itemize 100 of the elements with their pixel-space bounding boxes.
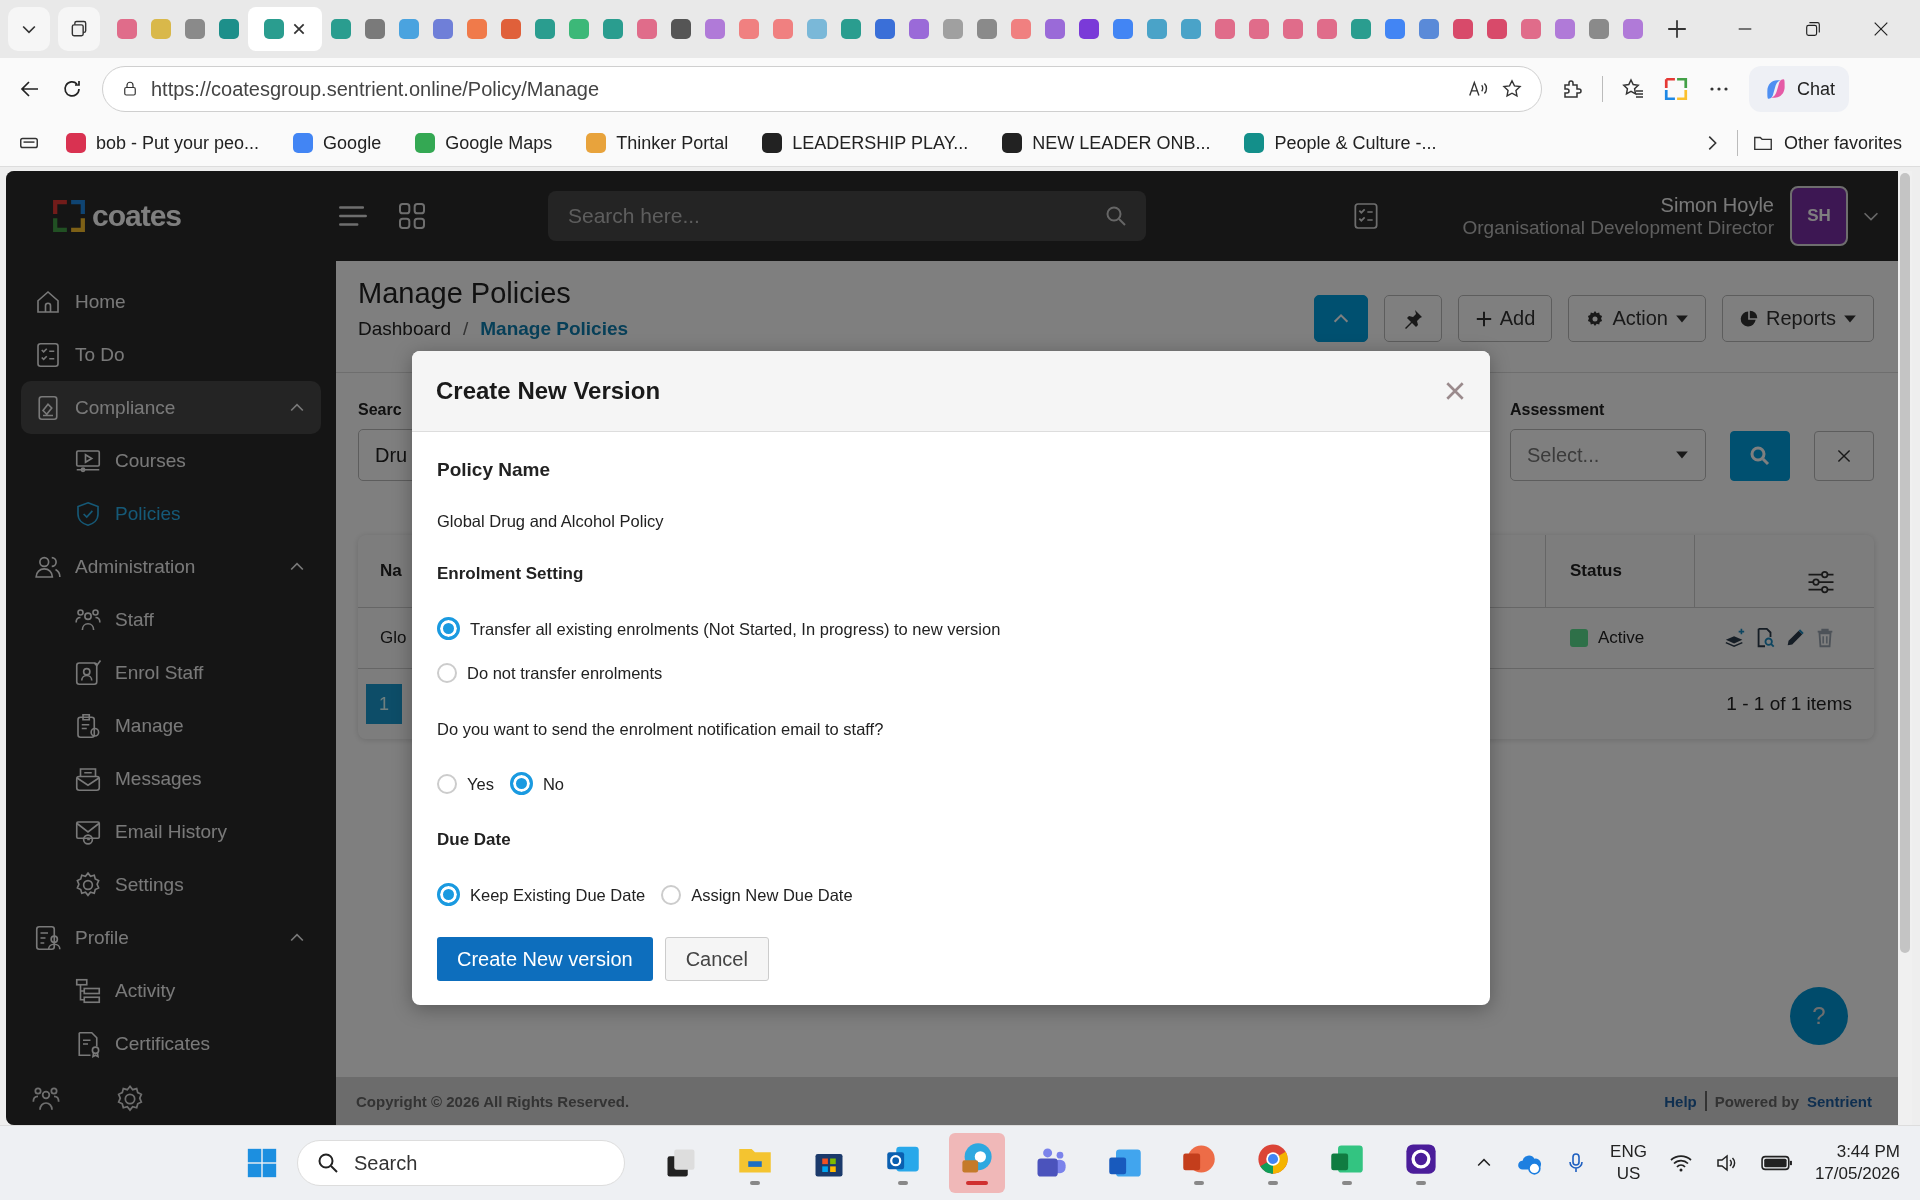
bookmark-link[interactable]: bob - Put your peo... <box>66 132 260 154</box>
close-icon[interactable] <box>1872 20 1890 38</box>
grid-icon[interactable] <box>396 200 428 232</box>
add-button[interactable]: Add <box>1457 295 1553 342</box>
language-text[interactable]: ENG <box>1610 1140 1647 1163</box>
radio-option[interactable]: Yes <box>437 772 494 795</box>
search-icon <box>1748 444 1772 468</box>
sidebar-subitem[interactable]: Policies <box>21 487 321 540</box>
lock-icon <box>121 80 139 98</box>
breadcrumb-separator: / <box>462 318 469 340</box>
bookmark-link[interactable]: Google <box>293 132 382 154</box>
status-text: Active <box>1598 628 1645 648</box>
radio-button[interactable] <box>661 884 682 905</box>
chat-button[interactable]: Chat <box>1749 66 1850 112</box>
pin-button[interactable] <box>1383 295 1442 342</box>
workspaces-button[interactable] <box>58 7 100 51</box>
logo-text: coates <box>92 199 182 233</box>
radio-button[interactable] <box>437 662 457 683</box>
bookmark-link[interactable]: LEADERSHIP PLAY... <box>762 132 969 154</box>
action-button[interactable]: Action <box>1568 295 1706 342</box>
sidebar-item[interactable]: Home <box>21 275 321 328</box>
bookmark-link[interactable]: People & Culture -... <box>1244 132 1437 154</box>
bookmark-link[interactable]: Thinker Portal <box>586 132 729 154</box>
policy-name-text: Global Drug and Alcohol Policy <box>437 511 665 531</box>
url-text: https://coatesgroup.sentrient.online/Policy/Manage <box>151 77 601 101</box>
page-title: Manage Policies <box>358 277 572 310</box>
radio-option[interactable]: Transfer all existing enrolments (Not Started, In progress) to new version <box>437 617 1465 640</box>
copyright-text: Copyright © 2026 All Rights Reserved. <box>356 1092 630 1110</box>
favorites-star-icon[interactable] <box>1621 77 1645 101</box>
pagination-summary: 1 - 1 of 1 items <box>1726 693 1852 715</box>
user-role: Organisational Development Director <box>1462 216 1774 239</box>
region-text[interactable]: US <box>1616 1163 1641 1186</box>
sidebar-subitem[interactable]: Enrol Staff <box>21 646 321 699</box>
sidebar-subitem[interactable]: Activity <box>21 964 321 1017</box>
close-icon[interactable] <box>292 22 306 36</box>
search-button[interactable] <box>1730 431 1790 481</box>
sentrient-link[interactable]: Sentrient <box>1807 1092 1872 1110</box>
radio-option[interactable]: Assign New Due Date <box>661 883 853 906</box>
sidebar-subitem[interactable]: Messages <box>21 752 321 805</box>
sidebar-subitem[interactable]: Staff <box>21 593 321 646</box>
sidebar-item[interactable]: Compliance <box>21 381 321 434</box>
ring-app-icon <box>1403 1141 1439 1177</box>
radio-button[interactable] <box>437 617 460 640</box>
search-label: Searc <box>358 401 403 419</box>
taskbar-search-box[interactable]: Search <box>297 1140 625 1186</box>
question-text: Do you want to send the enrolment notification email to staff? <box>437 719 885 739</box>
bookmark-link[interactable]: Google Maps <box>415 132 553 154</box>
assessment-select[interactable]: Select... <box>1510 429 1706 481</box>
breadcrumb-link[interactable]: Dashboard <box>358 318 451 340</box>
user-avatar[interactable]: SH <box>1790 186 1848 246</box>
search-icon <box>316 1151 340 1175</box>
taskbar-search-input[interactable]: Search <box>352 1140 621 1186</box>
restore-icon[interactable] <box>1804 20 1822 38</box>
radio-button[interactable] <box>509 772 533 795</box>
star-icon[interactable] <box>1501 78 1523 100</box>
reports-button[interactable]: Reports <box>1721 295 1874 342</box>
battery-icon[interactable] <box>1760 1154 1793 1172</box>
bookmark-link[interactable]: NEW LEADER ONB... <box>1002 132 1211 154</box>
sidebar-subitem[interactable]: Manage <box>21 699 321 752</box>
user-name: Simon Hoyle <box>1660 193 1774 217</box>
sidebar-item[interactable]: To Do <box>21 328 321 381</box>
clock-date[interactable]: 17/05/2026 <box>1814 1163 1900 1186</box>
clear-button[interactable] <box>1814 431 1874 481</box>
field-label: Enrolment Setting <box>437 564 585 584</box>
assessment-label: Assessment <box>1510 401 1606 419</box>
collapse-button[interactable] <box>1313 295 1368 342</box>
sidebar-item[interactable]: Administration <box>21 540 321 593</box>
breadcrumb-link[interactable]: Manage Policies <box>480 318 629 340</box>
logo-icon <box>52 199 86 233</box>
modal-title: Create New Version <box>436 377 661 405</box>
address-bar[interactable]: https://coatesgroup.sentrient.online/Policy/Manage <box>102 66 1542 112</box>
other-favorites-folder[interactable]: Other favorites <box>1751 132 1902 154</box>
layers-plus-icon[interactable] <box>1724 627 1746 649</box>
sidebar-subitem[interactable]: Courses <box>21 434 321 487</box>
sidebar-subitem[interactable]: Email History <box>21 805 321 858</box>
stacked-squares-icon <box>69 19 89 39</box>
sidebar-subitem[interactable]: Settings <box>21 858 321 911</box>
field-label: Due Date <box>437 830 512 850</box>
collections-icon[interactable] <box>1663 76 1689 102</box>
sidebar-subitem[interactable]: Certificates <box>21 1017 321 1070</box>
table-cell: Glo <box>380 628 407 647</box>
create-version-button[interactable]: Create New version <box>437 937 653 981</box>
column-header: Status <box>1545 535 1694 607</box>
powered-by-text: Powered by <box>1714 1092 1799 1110</box>
round-browser-icon <box>1255 1141 1291 1177</box>
radio-option[interactable]: Do not transfer enrolments <box>437 661 1465 684</box>
clock-time[interactable]: 3:44 PM <box>1836 1140 1900 1163</box>
cancel-button[interactable]: Cancel <box>664 937 769 981</box>
search-icon[interactable] <box>1104 204 1128 228</box>
field-label: Policy Name <box>437 460 551 480</box>
person-clipboard-icon <box>73 657 103 688</box>
help-link[interactable]: Help <box>1664 1092 1697 1110</box>
radio-option[interactable]: No <box>509 772 564 795</box>
radio-option[interactable]: Keep Existing Due Date <box>437 883 646 906</box>
close-icon <box>1836 448 1852 464</box>
sidebar-item[interactable]: Profile <box>21 911 321 964</box>
new-tab-icon[interactable] <box>1666 18 1688 40</box>
windows-start-icon[interactable] <box>245 1146 279 1180</box>
radio-button[interactable] <box>437 883 460 906</box>
radio-button[interactable] <box>437 773 457 794</box>
